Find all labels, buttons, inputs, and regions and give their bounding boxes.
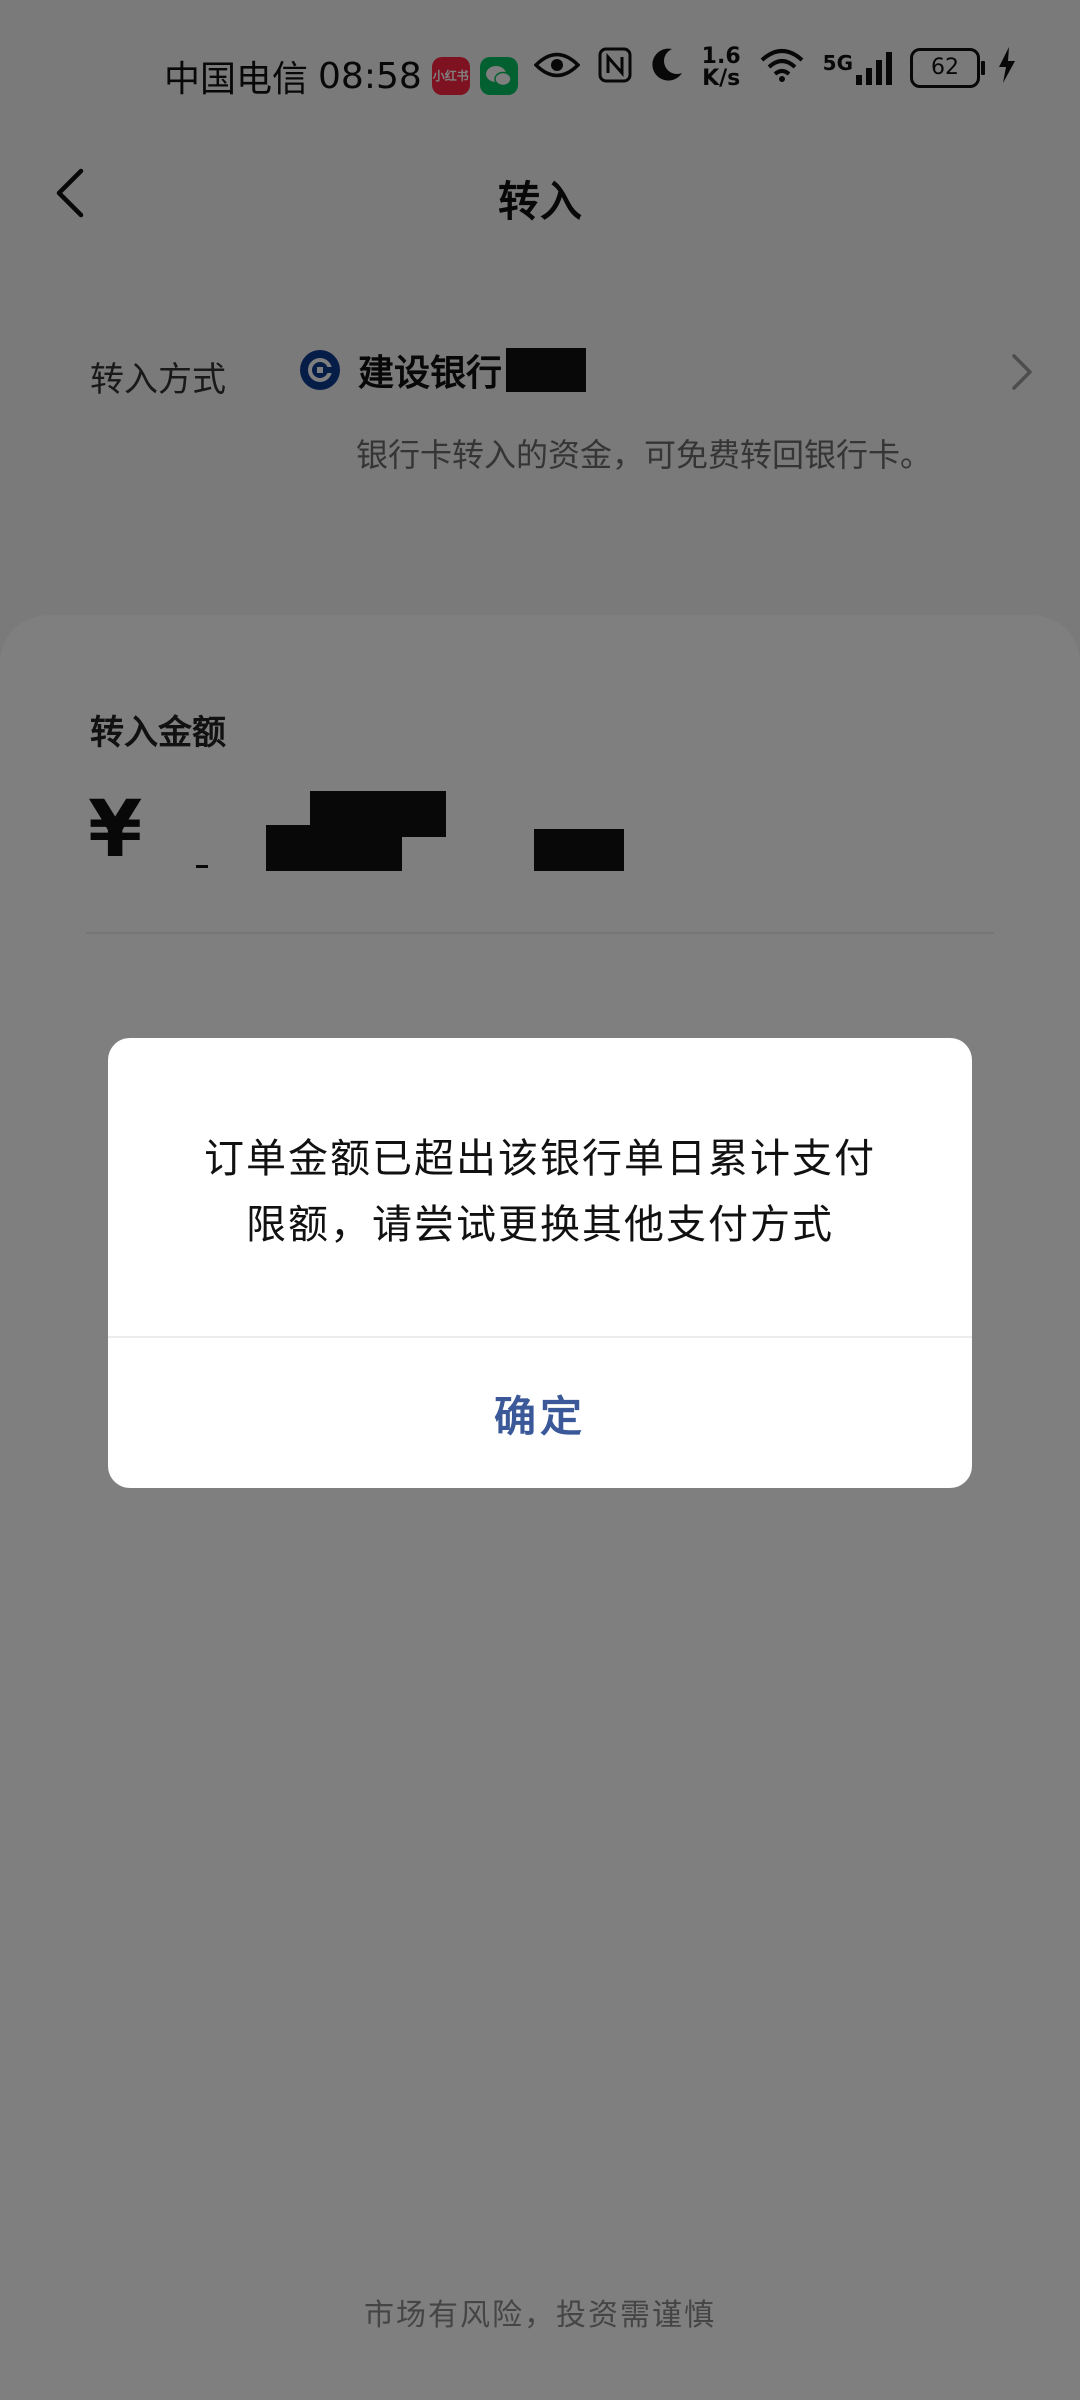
alert-dialog: 订单金额已超出该银行单日累计支付限额，请尝试更换其他支付方式 确定 bbox=[108, 1038, 972, 1488]
confirm-button[interactable]: 确定 bbox=[108, 1338, 972, 1488]
dialog-message: 订单金额已超出该银行单日累计支付限额，请尝试更换其他支付方式 bbox=[204, 1136, 876, 1248]
